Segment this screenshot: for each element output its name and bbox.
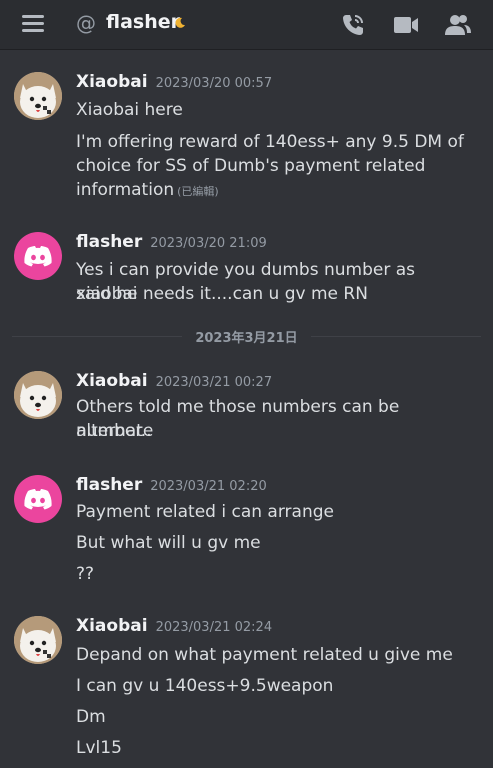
message-author[interactable]: Xiaobai bbox=[76, 72, 148, 92]
avatar[interactable] bbox=[14, 72, 62, 120]
message-text: I'm offering reward of 140ess+ any 9.5 D… bbox=[76, 132, 464, 152]
message-author[interactable]: Xiaobai bbox=[76, 616, 148, 636]
message-text: choice for SS of Dumb's payment related bbox=[76, 156, 426, 176]
message-text: Lvl15 bbox=[76, 738, 122, 758]
date-divider-label: 2023年3月21日 bbox=[195, 331, 298, 346]
members-icon[interactable] bbox=[444, 13, 472, 41]
message-timestamp: 2023/03/20 00:57 bbox=[155, 76, 273, 91]
message-text: said he needs it....can u gv me RN bbox=[76, 284, 368, 304]
message-author[interactable]: flasher bbox=[76, 232, 142, 252]
at-icon: @ bbox=[76, 11, 96, 35]
avatar[interactable] bbox=[14, 371, 62, 419]
message-text: Xiaobai here bbox=[76, 100, 183, 120]
video-icon[interactable] bbox=[393, 14, 419, 40]
message-text: Dm bbox=[76, 707, 106, 727]
moon-icon bbox=[174, 14, 186, 33]
discord-logo-icon bbox=[24, 246, 52, 267]
message-text: Payment related i can arrange bbox=[76, 502, 334, 522]
discord-logo-icon bbox=[24, 489, 52, 510]
message-author[interactable]: flasher bbox=[76, 475, 142, 495]
message-timestamp: 2023/03/21 02:20 bbox=[150, 479, 267, 494]
message-text: ?? bbox=[76, 564, 95, 584]
edited-marker: (已編輯) bbox=[177, 185, 219, 198]
message-text-end: information bbox=[76, 180, 175, 200]
avatar[interactable] bbox=[14, 475, 62, 523]
message-text: number.. bbox=[76, 421, 152, 441]
message-timestamp: 2023/03/21 00:27 bbox=[155, 375, 273, 390]
message-timestamp: 2023/03/21 02:24 bbox=[155, 620, 273, 635]
message-text: Depand on what payment related u give me bbox=[76, 645, 453, 665]
message-text: But what will u gv me bbox=[76, 533, 261, 553]
message-author[interactable]: Xiaobai bbox=[76, 371, 148, 391]
message-text: information (已編輯) bbox=[76, 178, 476, 204]
message-timestamp: 2023/03/20 21:09 bbox=[150, 236, 267, 251]
channel-header: @ flasher bbox=[0, 0, 493, 50]
message-text: I can gv u 140ess+9.5weapon bbox=[76, 676, 334, 696]
avatar[interactable] bbox=[14, 232, 62, 280]
phone-call-icon[interactable] bbox=[340, 12, 366, 42]
avatar[interactable] bbox=[14, 616, 62, 664]
hamburger-icon[interactable] bbox=[22, 15, 44, 33]
date-divider: 2023年3月21日 bbox=[12, 326, 481, 346]
channel-name[interactable]: flasher bbox=[106, 11, 180, 33]
